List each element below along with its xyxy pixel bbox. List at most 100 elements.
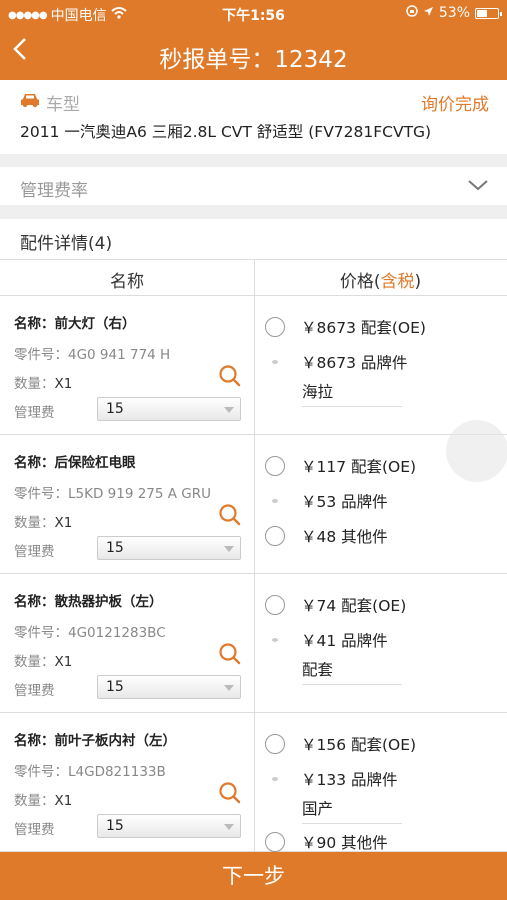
- price-option[interactable]: ￥8673 品牌件: [265, 351, 407, 373]
- search-icon[interactable]: [218, 781, 242, 805]
- selection-dot-icon[interactable]: [265, 351, 285, 371]
- part-name: 名称：散热器护板（左）: [14, 590, 163, 610]
- dropdown-arrow-icon: [224, 546, 234, 552]
- management-fee-select[interactable]: 15: [97, 536, 241, 560]
- floating-assistive-button[interactable]: [446, 420, 507, 482]
- part-info: 名称：后保险杠电眼零件号：L5KD 919 275 A GRU 数量：X1 管理费 1…: [0, 435, 254, 574]
- management-rate-label: 管理费率: [20, 181, 88, 201]
- price-option[interactable]: ￥8673 配套(OE): [265, 316, 426, 338]
- selection-dot-icon[interactable]: [265, 768, 285, 788]
- management-fee-select[interactable]: 15: [97, 675, 241, 699]
- location-icon: [423, 5, 434, 21]
- vehicle-card: 车型 询价完成 2011 一汽奥迪A6 三厢2.8L CVT 舒适型 (FV72…: [0, 80, 507, 154]
- price-option[interactable]: ￥117 配套(OE): [265, 455, 416, 477]
- status-bar: ●●●●● 中国电信 下午1:56 53%: [0, 0, 507, 28]
- radio-button[interactable]: [265, 595, 285, 615]
- chevron-down-icon[interactable]: [467, 177, 489, 196]
- price-option[interactable]: ￥90 其他件: [265, 831, 388, 852]
- selection-dot-icon[interactable]: [265, 490, 285, 510]
- car-icon: [20, 92, 40, 113]
- radio-button[interactable]: [265, 526, 285, 546]
- page-title: 秒报单号：12342: [159, 47, 348, 73]
- price-option[interactable]: ￥48 其他件: [265, 525, 388, 547]
- dropdown-arrow-icon: [224, 685, 234, 691]
- management-fee-label: 管理费: [14, 544, 55, 560]
- vehicle-label: 车型: [46, 95, 80, 115]
- price-option[interactable]: ￥156 配套(OE): [265, 733, 416, 755]
- column-header-name: 名称: [110, 272, 144, 292]
- price-text: ￥133 品牌件: [301, 771, 398, 789]
- part-name-key: 名称：: [14, 455, 55, 471]
- vehicle-model: 2011 一汽奥迪A6 三厢2.8L CVT 舒适型 (FV7281FCVTG): [20, 123, 432, 141]
- search-icon[interactable]: [218, 364, 242, 388]
- price-options: ￥8673 配套(OE) ￥8673 品牌件海拉: [255, 296, 507, 435]
- price-option[interactable]: ￥53 品牌件: [265, 490, 388, 512]
- parts-detail-title: 配件详情(4): [20, 234, 113, 254]
- part-number: 零件号：4G0121283BC: [14, 625, 166, 641]
- part-quantity: 数量：X1: [14, 376, 73, 392]
- radio-button[interactable]: [265, 317, 285, 337]
- price-text: ￥90 其他件: [301, 834, 388, 852]
- part-row: 名称：前大灯（右） 零件号：4G0 941 774 H 数量：X1 管理费 15 ￥867…: [0, 296, 507, 435]
- management-fee-select[interactable]: 15: [97, 814, 241, 838]
- part-number: 零件号：L5KD 919 275 A GRU: [14, 486, 212, 502]
- search-icon[interactable]: [218, 642, 242, 666]
- part-name-key: 名称：: [14, 733, 55, 749]
- part-row: 名称：后保险杠电眼零件号：L5KD 919 275 A GRU 数量：X1 管理费 1…: [0, 435, 507, 574]
- part-row: 名称：散热器护板（左） 零件号：4G0121283BC 数量：X1 管理费 15 ￥74 …: [0, 574, 507, 713]
- part-quantity: 数量：X1: [14, 793, 73, 809]
- part-info: 名称：前大灯（右） 零件号：4G0 941 774 H 数量：X1 管理费 15: [0, 296, 254, 435]
- part-name: 名称：前叶子板内衬（左）: [14, 729, 176, 749]
- part-name: 名称：前大灯（右）: [14, 312, 136, 332]
- battery-icon: [475, 7, 502, 19]
- battery-percent: 53%: [438, 5, 470, 21]
- radio-button[interactable]: [265, 734, 285, 754]
- dropdown-arrow-icon: [224, 824, 234, 830]
- brand-name: 配套: [302, 658, 402, 685]
- parts-table-header: 名称 价格(含税): [0, 260, 507, 296]
- search-icon[interactable]: [218, 503, 242, 527]
- part-name-value: 后保险杠电眼: [54, 455, 136, 471]
- part-info: 名称：前叶子板内衬（左） 零件号：L4GD821133B 数量：X1 管理费 15: [0, 713, 254, 852]
- management-fee-value: 15: [106, 540, 124, 556]
- price-text: ￥74 配套(OE): [301, 597, 407, 615]
- management-fee-value: 15: [106, 818, 124, 834]
- price-text: ￥41 品牌件: [301, 632, 388, 650]
- next-step-button[interactable]: 下一步: [0, 852, 507, 900]
- management-fee-label: 管理费: [14, 822, 55, 838]
- part-info: 名称：散热器护板（左） 零件号：4G0121283BC 数量：X1 管理费 15: [0, 574, 254, 713]
- inquiry-status: 询价完成: [421, 95, 489, 115]
- price-text: ￥117 配套(OE): [301, 458, 417, 476]
- price-options: ￥156 配套(OE) ￥133 品牌件国产 ￥90 其他件: [255, 713, 507, 852]
- management-fee-label: 管理费: [14, 405, 55, 421]
- part-quantity: 数量：X1: [14, 515, 73, 531]
- nav-bar: 秒报单号：12342: [0, 28, 507, 80]
- price-option[interactable]: ￥41 品牌件: [265, 629, 388, 651]
- rotation-lock-icon: [406, 5, 418, 21]
- price-text: ￥48 其他件: [301, 528, 388, 546]
- management-rate-row[interactable]: 管理费率: [0, 167, 507, 205]
- brand-name: 海拉: [302, 380, 402, 407]
- parts-list: 名称：前大灯（右） 零件号：4G0 941 774 H 数量：X1 管理费 15 ￥867…: [0, 296, 507, 852]
- management-fee-value: 15: [106, 679, 124, 695]
- part-row: 名称：前叶子板内衬（左） 零件号：L4GD821133B 数量：X1 管理费 15 ￥15…: [0, 713, 507, 852]
- price-text: ￥8673 品牌件: [301, 354, 408, 372]
- selection-dot-icon[interactable]: [265, 629, 285, 649]
- price-options: ￥74 配套(OE) ￥41 品牌件配套: [255, 574, 507, 713]
- part-quantity: 数量：X1: [14, 654, 73, 670]
- part-name-value: 前大灯（右）: [54, 316, 136, 332]
- part-name-key: 名称：: [14, 316, 55, 332]
- part-name-key: 名称：: [14, 594, 55, 610]
- radio-button[interactable]: [265, 832, 285, 852]
- price-option[interactable]: ￥74 配套(OE): [265, 594, 406, 616]
- column-header-price: 价格(含税): [339, 272, 422, 292]
- parts-detail-header: 配件详情(4): [0, 219, 507, 260]
- part-name: 名称：后保险杠电眼: [14, 451, 136, 471]
- brand-name: 国产: [302, 797, 402, 824]
- price-option[interactable]: ￥133 品牌件: [265, 768, 398, 790]
- price-text: ￥53 品牌件: [301, 493, 388, 511]
- price-text: ￥156 配套(OE): [301, 736, 417, 754]
- management-fee-select[interactable]: 15: [97, 397, 241, 421]
- radio-button[interactable]: [265, 456, 285, 476]
- management-fee-label: 管理费: [14, 683, 55, 699]
